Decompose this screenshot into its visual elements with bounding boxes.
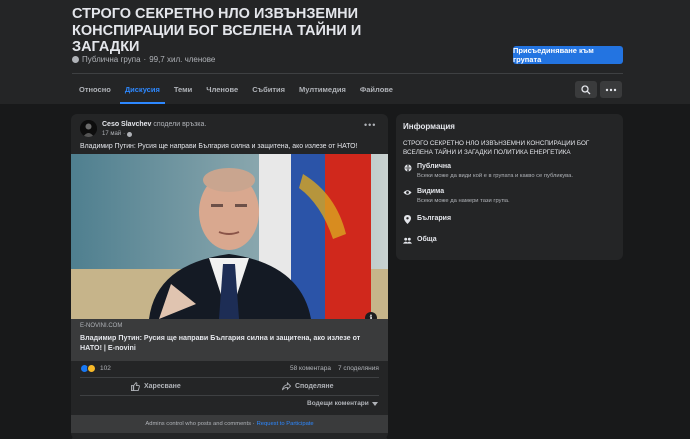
actions-divider [80,377,379,378]
like-label: Харесване [144,382,181,390]
pin-icon [403,215,412,224]
post-author-line: Ceso Slavchev сподели връзка. [102,121,206,128]
avatar-image [80,120,97,137]
comments-count[interactable]: 58 коментара [290,365,331,372]
tab-members[interactable]: Членове [199,75,245,104]
globe-icon [72,56,79,63]
more-options-button[interactable] [600,81,622,98]
group-privacy[interactable]: Публична група [82,55,141,64]
portrait-photo [71,154,388,319]
tab-topics[interactable]: Теми [167,75,199,104]
shares-count[interactable]: 7 споделяния [338,365,379,372]
like-button[interactable]: Харесване [131,379,181,393]
privacy-label: Публична [417,163,452,170]
post-date-line: 17 май · [102,131,133,137]
tab-discussion[interactable]: Дискусия [118,75,167,104]
join-group-button[interactable]: Присъединяване към групата [513,46,623,64]
reactions-count: 102 [100,365,111,372]
reactions-summary[interactable]: 102 [80,364,111,373]
tab-files[interactable]: Файлове [353,75,400,104]
about-card: Информация СТРОГО СЕКРЕТНО НЛО ИЗВЪНЗЕМН… [396,114,623,260]
chevron-down-icon [371,401,378,406]
privacy-description: Всеки може да види кой е в групата и как… [417,173,574,179]
group-members[interactable]: 99,7 хил. членове [149,55,215,64]
share-label: Споделяне [295,382,334,390]
link-preview[interactable]: E-NOVINI.COM Владимир Путин: Русия ще на… [71,319,388,361]
comment-sort-dropdown[interactable]: Водещи коментари [307,400,378,407]
visibility-description: Всеки може да намери тази група. [417,198,510,204]
sort-label: Водещи коментари [307,400,369,407]
post-stats: 102 58 коментара 7 споделяния [71,362,388,376]
share-button[interactable]: Споделяне [282,379,333,393]
post-options-icon[interactable]: ••• [364,120,376,130]
tab-about[interactable]: Относно [72,75,118,104]
group-header: СТРОГО СЕКРЕТНО НЛО ИЗВЪНЗЕМНИ КОНСПИРАЦ… [0,0,690,104]
globe-icon [127,131,133,137]
visibility-label: Видима [417,188,445,195]
post-author[interactable]: Ceso Slavchev [102,121,151,128]
search-button[interactable] [575,81,597,98]
more-icon [605,88,617,91]
feed-post: Ceso Slavchev сподели връзка. 17 май · •… [71,114,388,439]
link-domain: E-NOVINI.COM [80,323,123,329]
category-label: Обща [417,236,437,243]
group-tabs: Относно Дискусия Теми Членове Събития Му… [72,75,400,104]
header-divider [72,73,623,74]
post-action-text: сподели връзка. [153,121,207,128]
comments-divider [80,395,379,396]
group-meta: Публична група · 99,7 хил. членове [72,55,215,64]
haha-reaction-icon [87,364,96,373]
search-icon [581,84,591,94]
post-text: Владимир Путин: Русия ще направи Българи… [80,143,358,150]
tab-media[interactable]: Мултимедия [292,75,353,104]
post-link-image[interactable] [71,154,388,319]
share-icon [282,381,291,390]
avatar[interactable] [80,120,97,137]
people-icon [403,236,412,245]
about-title: Информация [403,122,455,131]
link-title[interactable]: Владимир Путин: Русия ще направи Българи… [80,334,380,354]
like-icon [131,381,140,391]
admins-control-bar: Admins control who posts and comments · … [71,415,388,433]
about-description: СТРОГО СЕКРЕТНО НЛО ИЗВЪНЗЕМНИ КОНСПИРАЦ… [403,140,590,156]
meta-separator: · [143,55,147,64]
date-separator: · [123,131,126,137]
eye-icon [403,188,412,197]
admins-text: Admins control who posts and comments · [145,421,255,427]
group-title[interactable]: СТРОГО СЕКРЕТНО НЛО ИЗВЪНЗЕМНИ КОНСПИРАЦ… [72,6,372,56]
location-label: България [417,215,452,222]
tab-events[interactable]: Събития [245,75,292,104]
globe-icon [403,163,412,172]
post-date[interactable]: 17 май [102,131,121,137]
request-to-participate-link[interactable]: Request to Participate [257,421,314,427]
